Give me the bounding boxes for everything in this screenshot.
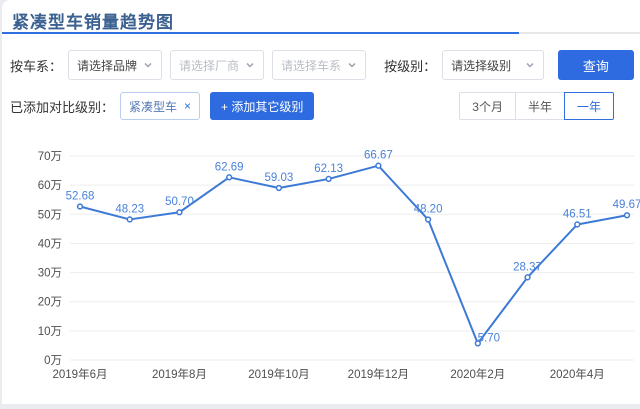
data-labels: 52.68 48.23 50.70 62.69 59.03 62.13 66.67 48.20…	[66, 150, 640, 345]
add-level-button[interactable]: + 添加其它级别	[210, 92, 315, 120]
level-filter-label: 按级别：	[384, 58, 437, 74]
car-series-select-value: 请选择车系	[281, 58, 342, 73]
chevron-down-icon	[246, 62, 254, 68]
tag-close-icon[interactable]: ×	[184, 99, 191, 113]
range-oneyear-button[interactable]: 一年	[563, 92, 614, 120]
trend-line	[79, 164, 628, 345]
chevron-down-icon	[348, 62, 356, 68]
svg-text:10万: 10万	[38, 326, 62, 338]
page-title: 紧凑型车销量趋势图	[12, 13, 174, 32]
svg-text:2020年4月: 2020年4月	[550, 367, 605, 381]
svg-text:50万: 50万	[38, 209, 62, 221]
level-select-value: 请选择级别	[451, 58, 512, 73]
svg-text:20万: 20万	[38, 297, 62, 309]
svg-text:60万: 60万	[38, 180, 62, 192]
svg-text:62.69: 62.69	[215, 161, 244, 173]
level-select[interactable]: 请选择级别	[442, 50, 544, 80]
filter-bar: 按车系： 请选择品牌 请选择厂商 请选择车系 按级别： 请选择级别 查询	[10, 50, 634, 80]
x-axis-labels: 2019年6月 2019年8月 2019年10月 2019年12月 2020年2月 202…	[53, 367, 605, 381]
time-range-group: 3个月 半年 一年	[459, 92, 614, 120]
svg-text:66.67: 66.67	[364, 150, 393, 162]
svg-text:2019年6月: 2019年6月	[53, 367, 108, 381]
range-3months-button[interactable]: 3个月	[459, 92, 516, 120]
sales-trend-chart: 0万 10万 20万 30万 40万 50万 60万 70万 2019年6月 2019年8月 201…	[2, 140, 640, 404]
svg-text:30万: 30万	[38, 268, 62, 280]
svg-text:48.23: 48.23	[115, 203, 144, 215]
svg-text:52.68: 52.68	[66, 190, 95, 202]
line-chart-svg: 0万10万20万30万40万50万60万70万2019年6月 2019年8月 201…	[38, 150, 640, 381]
svg-text:5.70: 5.70	[478, 332, 500, 344]
manufacturer-select[interactable]: 请选择厂商	[170, 50, 265, 80]
grid-lines	[70, 155, 634, 361]
svg-text:2020年2月: 2020年2月	[450, 367, 505, 381]
svg-text:2019年8月: 2019年8月	[152, 367, 207, 381]
brand-select[interactable]: 请选择品牌	[68, 50, 163, 80]
car-series-select[interactable]: 请选择车系	[272, 50, 367, 80]
series-filter-label: 按车系：	[10, 58, 63, 74]
svg-text:59.03: 59.03	[265, 172, 294, 184]
data-points	[76, 162, 631, 347]
svg-text:62.13: 62.13	[314, 163, 343, 175]
svg-text:0万: 0万	[44, 355, 62, 367]
comparison-tag: 紧凑型车 ×	[120, 92, 201, 120]
chevron-down-icon	[526, 62, 534, 68]
title-underline	[2, 32, 640, 34]
manufacturer-select-value: 请选择厂商	[179, 58, 240, 73]
svg-text:50.70: 50.70	[165, 196, 194, 208]
y-axis-labels: 0万 10万 20万 30万 40万 50万 60万 70万	[38, 151, 62, 367]
svg-text:2019年12月: 2019年12月	[348, 367, 409, 381]
comparison-bar: 已添加对比级别： 紧凑型车 × + 添加其它级别 3个月 半年 一年	[10, 92, 634, 120]
range-halfyear-button[interactable]: 半年	[514, 92, 565, 120]
svg-text:49.67: 49.67	[613, 199, 640, 211]
svg-text:46.51: 46.51	[563, 208, 592, 220]
dashboard-card: 紧凑型车销量趋势图 按车系： 请选择品牌 请选择厂商 请选择车系 按级别： 请选…	[2, 0, 640, 404]
brand-select-value: 请选择品牌	[77, 58, 138, 73]
svg-text:40万: 40万	[38, 238, 62, 250]
comparison-label: 已添加对比级别：	[10, 99, 115, 115]
query-button[interactable]: 查询	[557, 50, 634, 80]
svg-text:70万: 70万	[38, 151, 62, 163]
svg-text:2019年10月: 2019年10月	[248, 367, 309, 381]
comparison-tag-label: 紧凑型车	[129, 99, 178, 114]
chevron-down-icon	[144, 62, 152, 68]
svg-text:28.37: 28.37	[513, 261, 542, 273]
svg-text:48.20: 48.20	[414, 204, 443, 216]
